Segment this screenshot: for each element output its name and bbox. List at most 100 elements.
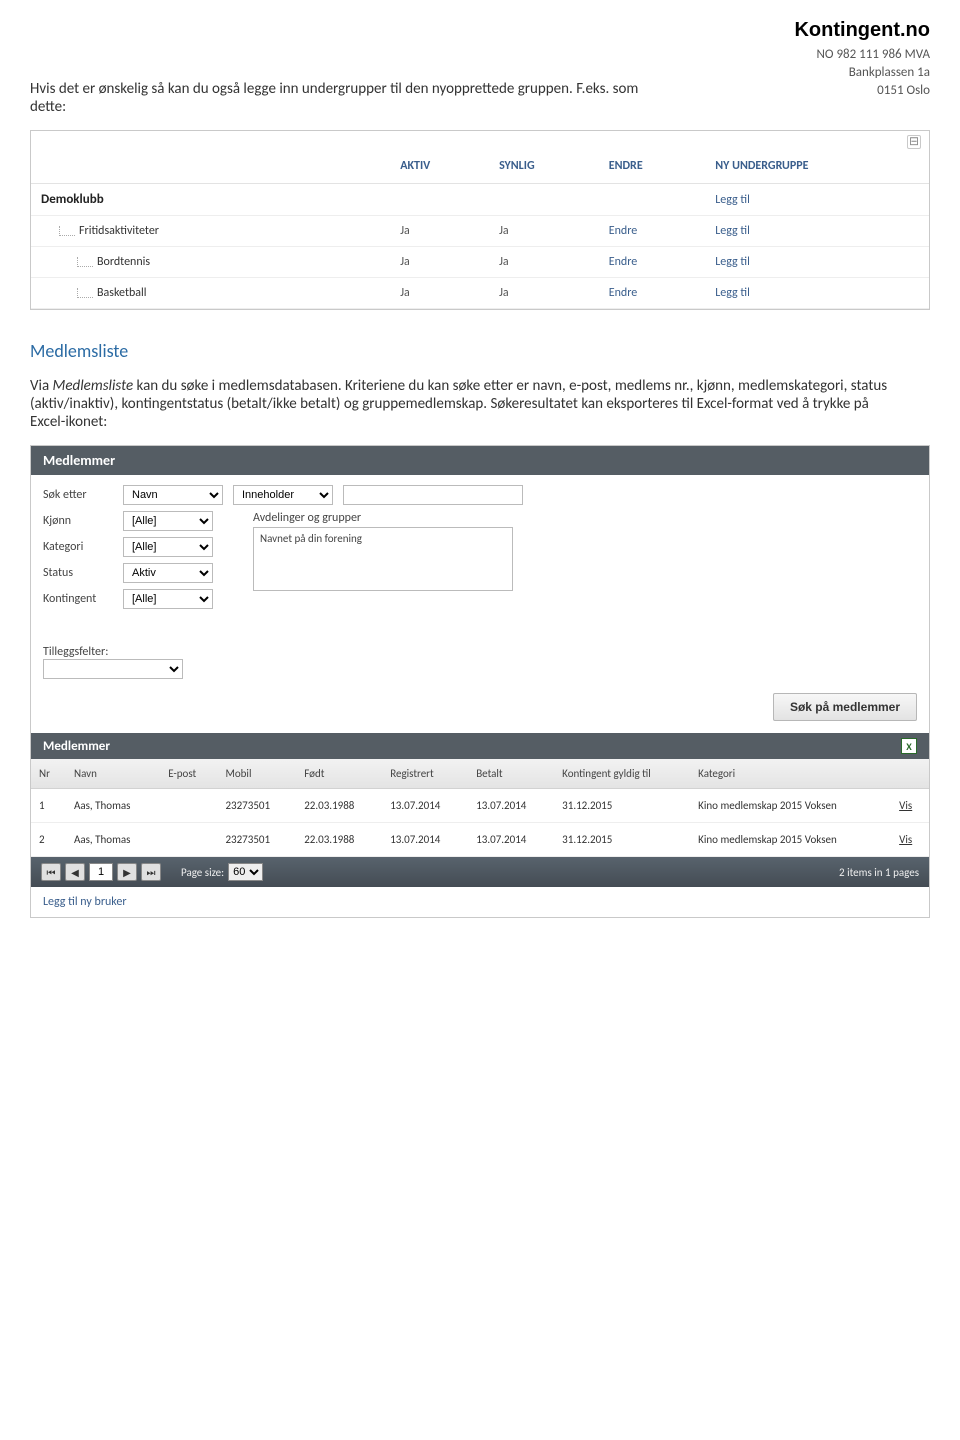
section-body-em: Medlemsliste: [53, 377, 134, 395]
tree-icon: [77, 288, 93, 298]
col-ny: NY UNDERGRUPPE: [705, 149, 929, 184]
collapse-icon[interactable]: ⊟: [907, 135, 921, 149]
section-body: Via Medlemsliste kan du søke i medlemsda…: [30, 377, 890, 431]
th-navn: Navn: [66, 759, 160, 789]
members-panel: Medlemmer Søk etter Navn Inneholder Kjøn…: [30, 445, 930, 918]
header-vat: NO 982 111 986 MVA: [794, 46, 930, 64]
cell-registrert: 13.07.2014: [382, 789, 468, 823]
edit-link[interactable]: Endre: [609, 286, 637, 300]
logo: Kontingent.no: [794, 16, 930, 44]
cell-betalt: 13.07.2014: [468, 789, 554, 823]
cell-synlig: Ja: [489, 278, 599, 309]
pagesize-label: Page size:: [181, 866, 224, 879]
pagesize-select[interactable]: 60: [228, 863, 263, 881]
section-body-post: kan du søke i medlemsdatabasen. Kriterie…: [30, 377, 887, 431]
cell-aktiv: Ja: [390, 278, 489, 309]
tree-icon: [77, 257, 93, 267]
col-endre: ENDRE: [599, 149, 706, 184]
tilleggs-select[interactable]: [43, 659, 183, 679]
sok-etter-label: Søk etter: [43, 488, 113, 502]
status-select[interactable]: Aktiv: [123, 563, 213, 583]
edit-link[interactable]: Endre: [609, 255, 637, 269]
th-epost: E-post: [160, 759, 217, 789]
status-label: Status: [43, 566, 113, 580]
cell-synlig: Ja: [489, 216, 599, 247]
view-link[interactable]: Vis: [899, 799, 912, 812]
cell-betalt: 13.07.2014: [468, 823, 554, 857]
cell-fodt: 22.03.1988: [296, 823, 382, 857]
cell-fodt: 22.03.1988: [296, 789, 382, 823]
pager-first-icon[interactable]: ⏮: [41, 863, 61, 881]
section-body-pre: Via: [30, 377, 53, 395]
cell-kategori: Kino medlemskap 2015 Voksen: [690, 823, 891, 857]
cell-epost: [160, 789, 217, 823]
pager-last-icon[interactable]: ⏭: [141, 863, 161, 881]
table-row: 1 Aas, Thomas 23273501 22.03.1988 13.07.…: [31, 789, 929, 823]
cell-nr: 1: [31, 789, 66, 823]
avd-label: Avdelinger og grupper: [253, 511, 513, 525]
cell-epost: [160, 823, 217, 857]
intro-text: Hvis det er ønskelig så kan du også legg…: [30, 80, 670, 116]
cell-synlig: Ja: [489, 247, 599, 278]
cell-mobil: 23273501: [217, 789, 296, 823]
kategori-select[interactable]: [Alle]: [123, 537, 213, 557]
table-row: 2 Aas, Thomas 23273501 22.03.1988 13.07.…: [31, 823, 929, 857]
th-gyldig: Kontingent gyldig til: [554, 759, 690, 789]
kjonn-select[interactable]: [Alle]: [123, 511, 213, 531]
group-name: Bordtennis: [97, 255, 150, 269]
th-mobil: Mobil: [217, 759, 296, 789]
cell-gyldig: 31.12.2015: [554, 823, 690, 857]
tree-icon: [59, 226, 75, 236]
view-link[interactable]: Vis: [899, 833, 912, 846]
add-subgroup-link[interactable]: Legg til: [715, 286, 750, 300]
groups-panel: ⊟ AKTIV SYNLIG ENDRE NY UNDERGRUPPE Demo…: [30, 130, 930, 310]
excel-export-icon[interactable]: X: [901, 738, 917, 754]
kategori-label: Kategori: [43, 540, 113, 554]
section-title: Medlemsliste: [30, 340, 930, 362]
pager-page-input[interactable]: [89, 863, 113, 881]
cell-aktiv: Ja: [390, 247, 489, 278]
th-actions: [891, 759, 929, 789]
pager-summary: 2 items in 1 pages: [839, 866, 919, 879]
cell-mobil: 23273501: [217, 823, 296, 857]
match-type-select[interactable]: Inneholder: [233, 485, 333, 505]
add-user-link[interactable]: Legg til ny bruker: [31, 887, 929, 917]
search-button[interactable]: Søk på medlemmer: [773, 693, 917, 721]
th-fodt: Født: [296, 759, 382, 789]
col-synlig: SYNLIG: [489, 149, 599, 184]
th-betalt: Betalt: [468, 759, 554, 789]
cell-navn: Aas, Thomas: [66, 823, 160, 857]
col-name-blank: [31, 149, 390, 184]
cell-aktiv: Ja: [390, 216, 489, 247]
add-subgroup-club[interactable]: Legg til: [715, 193, 750, 207]
group-name: Fritidsaktiviteter: [79, 224, 159, 238]
header-addr2: 0151 Oslo: [794, 82, 930, 100]
field-type-select[interactable]: Navn: [123, 485, 223, 505]
club-name: Demoklubb: [41, 192, 104, 207]
avd-listbox[interactable]: Navnet på din forening: [253, 527, 513, 591]
kontingent-select[interactable]: [Alle]: [123, 589, 213, 609]
add-subgroup-link[interactable]: Legg til: [715, 224, 750, 238]
col-aktiv: AKTIV: [390, 149, 489, 184]
search-text-input[interactable]: [343, 485, 523, 505]
th-nr: Nr: [31, 759, 66, 789]
pager: ⏮ ◀ ▶ ⏭ Page size: 60 2 items in 1 pages: [31, 857, 929, 887]
th-kategori: Kategori: [690, 759, 891, 789]
results-title: Medlemmer: [43, 739, 110, 754]
edit-link[interactable]: Endre: [609, 224, 637, 238]
panel-title: Medlemmer: [31, 446, 929, 475]
group-name: Basketball: [97, 286, 147, 300]
cell-gyldig: 31.12.2015: [554, 789, 690, 823]
cell-nr: 2: [31, 823, 66, 857]
th-registrert: Registrert: [382, 759, 468, 789]
tilleggs-label: Tilleggsfelter:: [43, 645, 183, 659]
add-subgroup-link[interactable]: Legg til: [715, 255, 750, 269]
cell-registrert: 13.07.2014: [382, 823, 468, 857]
pager-prev-icon[interactable]: ◀: [65, 863, 85, 881]
header-addr1: Bankplassen 1a: [794, 64, 930, 82]
kontingent-label: Kontingent: [43, 592, 113, 606]
cell-navn: Aas, Thomas: [66, 789, 160, 823]
avd-item[interactable]: Navnet på din forening: [260, 532, 506, 545]
pager-next-icon[interactable]: ▶: [117, 863, 137, 881]
cell-kategori: Kino medlemskap 2015 Voksen: [690, 789, 891, 823]
